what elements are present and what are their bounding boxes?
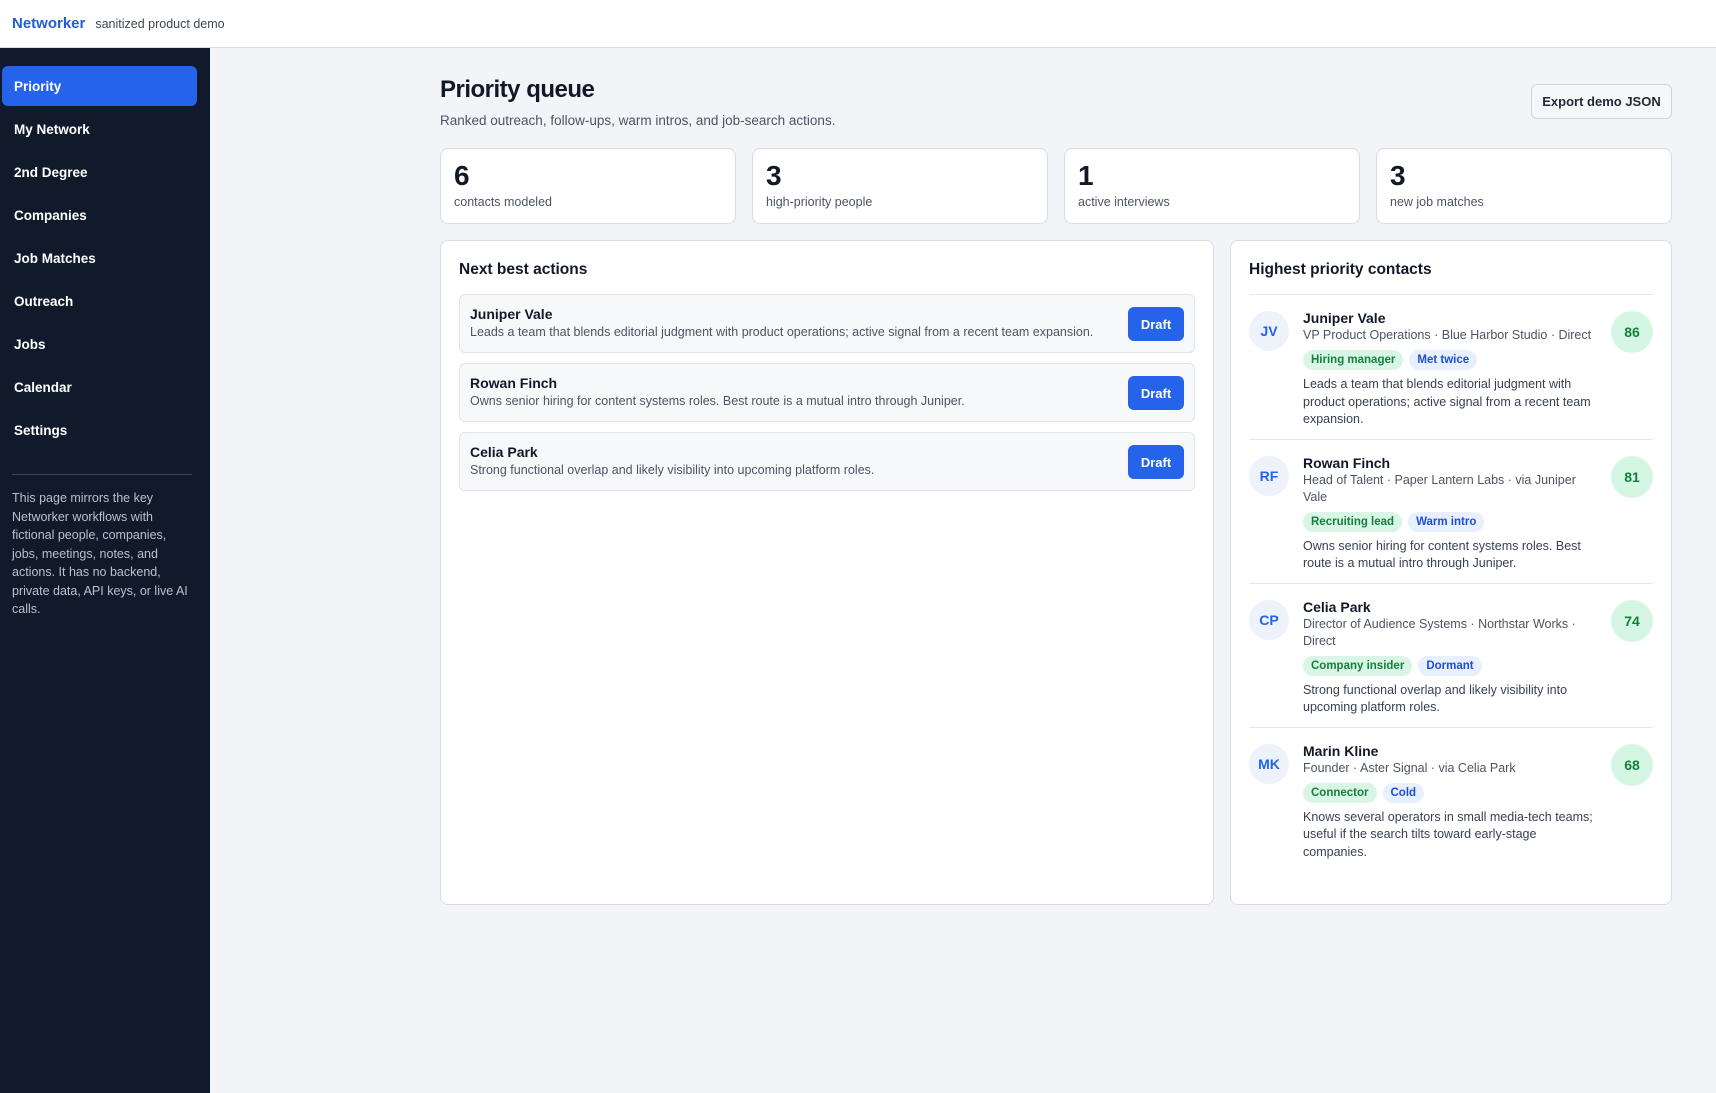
sidebar-item-settings[interactable]: Settings — [2, 410, 197, 450]
draft-button[interactable]: Draft — [1128, 376, 1184, 410]
page-title: Priority queue — [440, 76, 595, 103]
contact-description: Owns senior hiring for content systems r… — [1303, 538, 1581, 571]
action-row: Rowan Finch Owns senior hiring for conte… — [459, 363, 1195, 422]
avatar: CP — [1249, 599, 1289, 640]
avatar: JV — [1249, 311, 1289, 351]
tag-badge: Recruiting lead — [1303, 511, 1403, 532]
stat-card: 3 high-priority people — [752, 148, 1048, 224]
stat-label: new job matches — [1390, 195, 1484, 209]
sidebar-item-jobs[interactable]: Jobs — [2, 324, 197, 364]
contact-name: Celia Park — [1303, 598, 1371, 615]
sidebar-item-my-network[interactable]: My Network — [2, 109, 197, 149]
export-json-button[interactable]: Export demo JSON — [1531, 84, 1672, 119]
contact-meta: Founder · Aster Signal · via Celia Park — [1303, 760, 1516, 775]
tag-badge: Dormant — [1418, 655, 1482, 676]
tag-badge: Company insider — [1303, 655, 1413, 676]
action-row: Juniper Vale Leads a team that blends ed… — [459, 294, 1195, 353]
contact-card[interactable]: RF Rowan Finch Head of Talent · Paper La… — [1249, 438, 1653, 583]
stat-label: contacts modeled — [454, 195, 552, 209]
tag-badge: Connector — [1303, 782, 1377, 803]
sidebar-item-priority[interactable]: Priority — [2, 66, 197, 106]
contact-description: Leads a team that blends editorial judgm… — [1303, 377, 1591, 426]
stat-label: high-priority people — [766, 195, 873, 209]
score-badge: 81 — [1611, 455, 1653, 498]
tag-list: Hiring manager Met twice — [1303, 350, 1595, 370]
action-name: Juniper Vale — [470, 306, 553, 322]
draft-button[interactable]: Draft — [1128, 307, 1184, 341]
sidebar-note: This page mirrors the key Networker work… — [12, 491, 188, 616]
panel-title: Highest priority contacts — [1249, 261, 1432, 278]
stat-value: 3 — [1390, 160, 1406, 191]
priority-contacts-panel: Highest priority contacts JV Juniper Val… — [1230, 240, 1672, 905]
sidebar-divider — [12, 474, 192, 475]
stat-label: active interviews — [1078, 195, 1170, 209]
tag-badge: Warm intro — [1408, 511, 1485, 532]
contact-description: Knows several operators in small media-t… — [1303, 809, 1593, 859]
score-badge: 86 — [1611, 311, 1653, 353]
tag-badge: Met twice — [1409, 350, 1478, 370]
stat-card: 1 active interviews — [1064, 148, 1360, 224]
action-description: Strong functional overlap and likely vis… — [470, 463, 875, 477]
score-badge: 74 — [1611, 599, 1653, 642]
stat-value: 6 — [454, 160, 470, 191]
tag-badge: Hiring manager — [1303, 350, 1404, 370]
action-name: Celia Park — [470, 444, 538, 460]
stat-card: 3 new job matches — [1376, 148, 1672, 224]
next-actions-panel: Next best actions Juniper Vale Leads a t… — [440, 240, 1214, 905]
contact-meta: Director of Audience Systems · Northstar… — [1303, 616, 1576, 648]
stat-value: 3 — [766, 160, 782, 191]
action-row: Celia Park Strong functional overlap and… — [459, 432, 1195, 491]
sidebar-item-calendar[interactable]: Calendar — [2, 367, 197, 407]
contact-card[interactable]: MK Marin Kline Founder · Aster Signal · … — [1249, 726, 1653, 872]
brand-logo[interactable]: Networker — [12, 15, 85, 32]
sidebar-item-job-matches[interactable]: Job Matches — [2, 238, 197, 278]
sidebar-item-outreach[interactable]: Outreach — [2, 281, 197, 321]
score-badge: 68 — [1611, 743, 1653, 786]
contact-name: Rowan Finch — [1303, 454, 1391, 471]
brand-subtitle: sanitized product demo — [95, 16, 225, 31]
draft-button[interactable]: Draft — [1128, 445, 1184, 479]
stat-value: 1 — [1078, 160, 1094, 191]
contact-name: Juniper Vale — [1303, 310, 1386, 326]
tag-list: Recruiting lead Warm intro — [1303, 511, 1595, 532]
contact-card[interactable]: JV Juniper Vale VP Product Operations · … — [1249, 294, 1653, 439]
stat-card: 6 contacts modeled — [440, 148, 736, 224]
sidebar-item-2nd-degree[interactable]: 2nd Degree — [2, 152, 197, 192]
sidebar: Priority My Network 2nd Degree Companies… — [0, 48, 210, 1093]
panel-title: Next best actions — [459, 261, 588, 278]
page-subtitle: Ranked outreach, follow-ups, warm intros… — [440, 113, 836, 128]
stats-row: 6 contacts modeled 3 high-priority peopl… — [440, 148, 1672, 224]
tag-list: Company insider Dormant — [1303, 655, 1595, 676]
action-name: Rowan Finch — [470, 375, 558, 391]
top-bar: Networker sanitized product demo — [0, 0, 1716, 48]
avatar: MK — [1249, 743, 1289, 784]
contact-meta: Head of Talent · Paper Lantern Labs · vi… — [1303, 472, 1576, 504]
contact-description: Strong functional overlap and likely vis… — [1303, 682, 1568, 715]
sidebar-item-companies[interactable]: Companies — [2, 195, 197, 235]
avatar: RF — [1249, 455, 1289, 496]
tag-list: Connector Cold — [1303, 782, 1595, 803]
action-description: Owns senior hiring for content systems r… — [470, 394, 965, 408]
contact-card[interactable]: CP Celia Park Director of Audience Syste… — [1249, 582, 1653, 727]
action-description: Leads a team that blends editorial judgm… — [470, 325, 1094, 339]
contact-meta: VP Product Operations · Blue Harbor Stud… — [1303, 328, 1592, 342]
contact-name: Marin Kline — [1303, 742, 1379, 759]
tag-badge: Cold — [1382, 782, 1425, 803]
